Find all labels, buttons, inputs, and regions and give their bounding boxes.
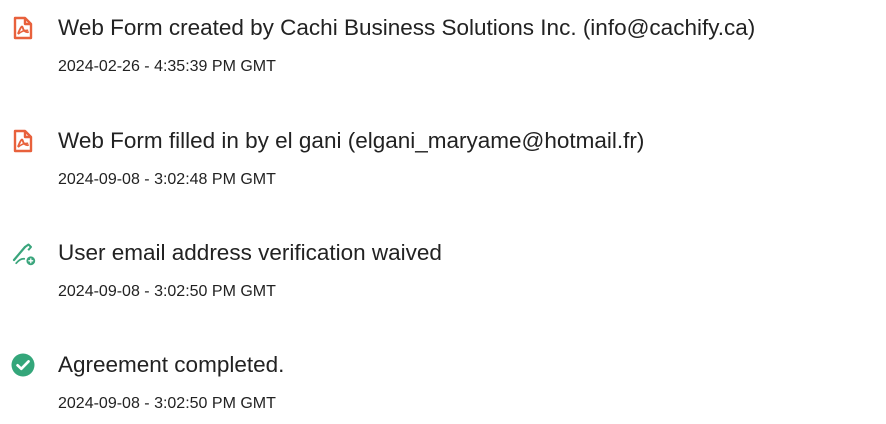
pdf-document-icon <box>10 15 36 41</box>
pdf-document-icon <box>10 128 36 154</box>
history-event-timestamp: 2024-09-08 - 3:02:48 PM GMT <box>58 171 276 188</box>
check-circle-icon <box>10 352 36 378</box>
history-event-title: Agreement completed. <box>58 352 285 377</box>
history-event-title: Web Form filled in by el gani (elgani_ma… <box>58 128 645 153</box>
history-event-timestamp: 2024-09-08 - 3:02:50 PM GMT <box>58 395 276 412</box>
history-event: Web Form created by Cachi Business Solut… <box>10 8 880 78</box>
history-event: Web Form filled in by el gani (elgani_ma… <box>10 121 880 191</box>
history-event-timestamp: 2024-09-08 - 3:02:50 PM GMT <box>58 283 276 300</box>
history-event: User email address verification waived 2… <box>10 233 880 303</box>
history-event-title: User email address verification waived <box>58 240 442 265</box>
pen-email-verification-icon <box>10 240 36 266</box>
history-event: Agreement completed. 2024-09-08 - 3:02:5… <box>10 345 880 415</box>
history-event-title: Web Form created by Cachi Business Solut… <box>58 15 756 40</box>
audit-history-list: Web Form created by Cachi Business Solut… <box>0 0 886 424</box>
history-event-timestamp: 2024-02-26 - 4:35:39 PM GMT <box>58 58 276 75</box>
